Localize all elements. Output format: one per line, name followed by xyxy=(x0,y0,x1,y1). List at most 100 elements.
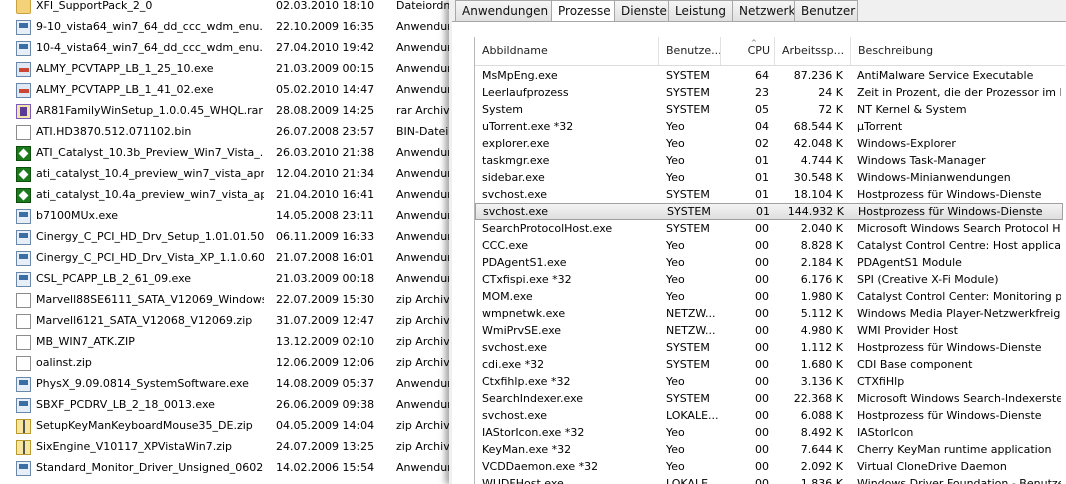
process-row[interactable]: WUDFHost.exe LOKALE... 00 1.836 K Windows Dr… xyxy=(475,475,1063,484)
process-row[interactable]: taskmgr.exe Yeo 01 4.744 K Windows Task-Mana… xyxy=(475,152,1063,169)
process-memory: 4.744 K xyxy=(800,154,843,167)
file-row[interactable]: XFI_SupportPack_2_0 02.03.2010 18:10 Datei… xyxy=(0,0,455,17)
tab-leistung[interactable]: Leistung xyxy=(668,0,734,21)
file-row[interactable]: Cinergy_C_PCI_HD_Drv_Vista_XP_1.1.0.60..… xyxy=(0,248,455,269)
column-header-description[interactable]: Beschreibung xyxy=(851,37,1065,65)
file-row[interactable]: ati_catalyst_10.4_preview_win7_vista_apr… xyxy=(0,164,455,185)
file-type: zip Archiv xyxy=(396,293,450,306)
process-row[interactable]: explorer.exe Yeo 02 42.048 K Windows-Explore… xyxy=(475,135,1063,152)
process-row[interactable]: svchost.exe SYSTEM 00 1.112 K Hostprozess fü… xyxy=(475,339,1063,356)
process-row[interactable]: CCC.exe Yeo 00 8.828 K Catalyst Control Cent… xyxy=(475,237,1063,254)
process-row[interactable]: wmpnetwk.exe NETZW... 00 5.112 K Windows Med… xyxy=(475,305,1063,322)
process-name: cdi.exe *32 xyxy=(482,358,545,371)
file-row[interactable]: MB_WIN7_ATK.ZIP 13.12.2009 02:10 zip Archi… xyxy=(0,332,455,353)
file-date: 31.07.2009 12:47 xyxy=(276,314,375,327)
file-row[interactable]: Marvell88SE6111_SATA_V12069_Windows.... 2… xyxy=(0,290,455,311)
process-name: MsMpEng.exe xyxy=(482,69,558,82)
process-row[interactable]: CTxfispi.exe *32 Yeo 00 6.176 K SPI (Creativ… xyxy=(475,271,1063,288)
file-name: Cinergy_C_PCI_HD_Drv_Setup_1.01.01.50...… xyxy=(36,230,264,243)
file-date: 24.07.2009 13:25 xyxy=(276,440,375,453)
file-row[interactable]: AR81FamilyWinSetup_1.0.0.45_WHQL.rar 28.0… xyxy=(0,101,455,122)
column-header-name[interactable]: Abbildname xyxy=(475,37,659,65)
process-table-header: Abbildname Benutze... CPU Arbeitssp... B… xyxy=(475,37,1065,66)
process-row[interactable]: SearchProtocolHost.exe SYSTEM 00 2.040 K Mic… xyxy=(475,220,1063,237)
file-row[interactable]: Cinergy_C_PCI_HD_Drv_Setup_1.01.01.50...… xyxy=(0,227,455,248)
process-memory: 6.176 K xyxy=(800,273,843,286)
process-memory: 1.980 K xyxy=(800,290,843,303)
file-row[interactable]: ALMY_PCVTAPP_LB_1_41_02.exe 05.02.2010 14… xyxy=(0,80,455,101)
file-row[interactable]: Marvell6121_SATA_V12068_V12069.zip 31.07.… xyxy=(0,311,455,332)
file-row[interactable]: SetupKeyManKeyboardMouse35_DE.zip 04.05.2… xyxy=(0,416,455,437)
process-cpu: 00 xyxy=(755,341,769,354)
process-row[interactable]: svchost.exe SYSTEM 01 18.104 K Hostprozess f… xyxy=(475,186,1063,203)
file-type: Anwendung xyxy=(396,167,455,180)
process-row[interactable]: MsMpEng.exe SYSTEM 64 87.236 K AntiMalware S… xyxy=(475,67,1063,84)
column-header-memory[interactable]: Arbeitssp... xyxy=(775,37,851,65)
tab-prozesse[interactable]: Prozesse xyxy=(551,0,616,23)
process-user: Yeo xyxy=(666,375,685,388)
process-row[interactable]: System SYSTEM 05 72 K NT Kernel & System xyxy=(475,101,1063,118)
zip-icon xyxy=(16,419,31,434)
process-row[interactable]: sidebar.exe Yeo 01 30.548 K Windows-Minianwe… xyxy=(475,169,1063,186)
process-row[interactable]: SearchIndexer.exe SYSTEM 00 22.368 K Microso… xyxy=(475,390,1063,407)
file-row[interactable]: ATI_Catalyst_10.3b_Preview_Win7_Vista_..… xyxy=(0,143,455,164)
process-table: Abbildname Benutze... CPU Arbeitssp... B… xyxy=(474,37,1065,484)
file-row[interactable]: 10-4_vista64_win7_64_dd_ccc_wdm_enu.... 2… xyxy=(0,38,455,59)
file-type: Anwendung xyxy=(396,251,455,264)
process-description: Catalyst Control Center: Monitoring pr..… xyxy=(857,290,1061,303)
tab-netzwerk[interactable]: Netzwerk xyxy=(732,0,796,21)
file-row[interactable]: CSL_PCAPP_LB_2_61_09.exe 21.03.2009 00:18… xyxy=(0,269,455,290)
process-user: Yeo xyxy=(666,426,685,439)
process-cpu: 00 xyxy=(755,477,769,484)
file-row[interactable]: SixEngine_V10117_XPVistaWin7.zip 24.07.20… xyxy=(0,437,455,458)
process-memory: 68.544 K xyxy=(793,120,843,133)
file-row[interactable]: b7100MUx.exe 14.05.2008 23:11 Anwendung xyxy=(0,206,455,227)
file-type: Anwendung xyxy=(396,188,455,201)
process-name: taskmgr.exe xyxy=(482,154,550,167)
process-memory: 72 K xyxy=(818,103,843,116)
column-header-user[interactable]: Benutze... xyxy=(659,37,721,65)
process-row[interactable]: IAStorIcon.exe *32 Yeo 00 8.492 K IAStorIcon xyxy=(475,424,1063,441)
process-row[interactable]: Leerlaufprozess SYSTEM 23 24 K Zeit in Proze… xyxy=(475,84,1063,101)
process-row[interactable]: Ctxfihlp.exe *32 Yeo 00 3.136 K CTXfiHlp xyxy=(475,373,1063,390)
process-user: NETZW... xyxy=(666,324,716,337)
process-cpu: 00 xyxy=(755,307,769,320)
column-header-cpu[interactable]: CPU xyxy=(721,37,775,65)
process-user: SYSTEM xyxy=(666,188,710,201)
file-row[interactable]: ALMY_PCVTAPP_LB_1_25_10.exe 21.03.2009 00… xyxy=(0,59,455,80)
tab-dienste[interactable]: Dienste xyxy=(614,0,670,21)
file-row[interactable]: Standard_Monitor_Driver_Unsigned_0602...… xyxy=(0,458,455,479)
process-name: MOM.exe xyxy=(482,290,533,303)
process-memory: 7.644 K xyxy=(800,443,843,456)
process-row-selected[interactable]: svchost.exe SYSTEM 01 144.932 K Hostprozess … xyxy=(475,203,1063,220)
process-row[interactable]: MOM.exe Yeo 00 1.980 K Catalyst Control Cent… xyxy=(475,288,1063,305)
process-user: Yeo xyxy=(666,137,685,150)
file-date: 22.10.2009 16:35 xyxy=(276,20,375,33)
process-user: SYSTEM xyxy=(666,341,710,354)
file-name: CSL_PCAPP_LB_2_61_09.exe xyxy=(36,272,192,285)
tab-anwendungen[interactable]: Anwendungen xyxy=(455,0,553,21)
file-name: ATI_Catalyst_10.3b_Preview_Win7_Vista_..… xyxy=(36,146,264,159)
file-row[interactable]: PhysX_9.09.0814_SystemSoftware.exe 14.08.… xyxy=(0,374,455,395)
process-row[interactable]: uTorrent.exe *32 Yeo 04 68.544 K µTorrent xyxy=(475,118,1063,135)
process-user: Yeo xyxy=(666,154,685,167)
process-row[interactable]: svchost.exe LOKALE... 00 6.088 K Hostprozess… xyxy=(475,407,1063,424)
process-cpu: 00 xyxy=(755,460,769,473)
file-row[interactable]: 9-10_vista64_win7_64_dd_ccc_wdm_enu.... 2… xyxy=(0,17,455,38)
process-row[interactable]: PDAgentS1.exe Yeo 00 2.184 K PDAgentS1 Modul… xyxy=(475,254,1063,271)
process-row[interactable]: WmiPrvSE.exe NETZW... 00 4.980 K WMI Provide… xyxy=(475,322,1063,339)
file-row[interactable]: ati_catalyst_10.4a_preview_win7_vista_ap… xyxy=(0,185,455,206)
tab-benutzer[interactable]: Benutzer xyxy=(794,0,858,21)
process-name: CCC.exe xyxy=(482,239,529,252)
exe-icon xyxy=(16,20,31,35)
file-row[interactable]: ATI.HD3870.512.071102.bin 26.07.2008 23:5… xyxy=(0,122,455,143)
process-memory: 3.136 K xyxy=(800,375,843,388)
file-row[interactable]: SBXF_PCDRV_LB_2_18_0013.exe 26.06.2009 09… xyxy=(0,395,455,416)
process-row[interactable]: VCDDaemon.exe *32 Yeo 00 2.092 K Virtual Clo… xyxy=(475,458,1063,475)
file-row[interactable]: oalinst.zip 12.06.2009 12:06 zip Archiv xyxy=(0,353,455,374)
file-name: b7100MUx.exe xyxy=(36,209,119,222)
file-date: 21.07.2008 16:01 xyxy=(276,251,375,264)
process-name: svchost.exe xyxy=(483,205,549,218)
process-row[interactable]: KeyMan.exe *32 Yeo 00 7.644 K Cherry KeyMan … xyxy=(475,441,1063,458)
process-row[interactable]: cdi.exe *32 SYSTEM 00 1.680 K CDI Base compo… xyxy=(475,356,1063,373)
